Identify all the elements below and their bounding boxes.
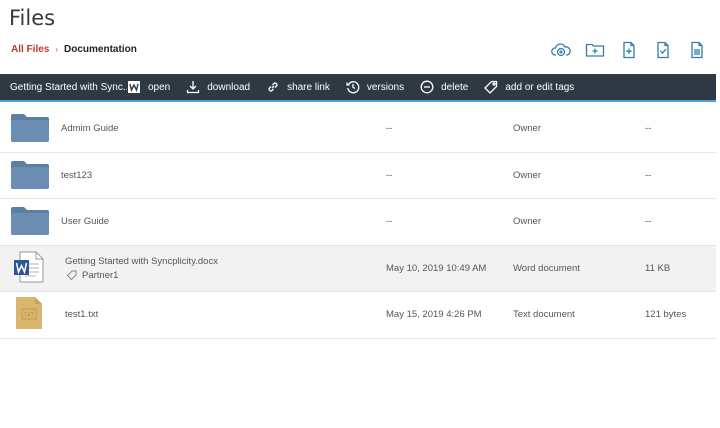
file-type: Word document bbox=[513, 262, 580, 274]
minus-circle-icon bbox=[420, 80, 434, 94]
open-button[interactable]: open bbox=[127, 80, 170, 94]
file-type: Text document bbox=[513, 309, 575, 321]
file-type: Owner bbox=[513, 216, 541, 228]
upload-cloud-icon[interactable] bbox=[551, 41, 571, 59]
download-label: download bbox=[207, 81, 251, 93]
versions-label: versions bbox=[366, 81, 405, 93]
file-modified: -- bbox=[386, 216, 393, 228]
delete-label: delete bbox=[441, 81, 469, 93]
link-icon bbox=[268, 82, 278, 92]
breadcrumb-all-files[interactable]: All Files bbox=[11, 44, 49, 55]
file-modified: May 10, 2019 10:49 AM bbox=[386, 262, 487, 274]
file-modified: -- bbox=[386, 169, 393, 181]
file-name: Getting Started with Syncplicity.docx bbox=[65, 255, 218, 267]
new-folder-icon[interactable] bbox=[585, 41, 605, 59]
table-row[interactable]: Admim Guide -- Owner -- bbox=[0, 106, 716, 153]
trash-icon[interactable] bbox=[687, 41, 707, 59]
file-type: Owner bbox=[513, 169, 541, 181]
share-link-button[interactable]: share link bbox=[266, 80, 330, 94]
selection-action-bar: Getting Started with Sync... open downlo… bbox=[0, 74, 716, 102]
edit-tags-button[interactable]: add or edit tags bbox=[484, 80, 574, 94]
table-row[interactable]: test123 -- Owner -- bbox=[0, 153, 716, 199]
word-document-icon bbox=[14, 251, 44, 286]
breadcrumb-separator: › bbox=[55, 45, 59, 54]
file-size: -- bbox=[645, 169, 652, 181]
delete-button[interactable]: delete bbox=[420, 80, 468, 94]
text-document-icon: TXT bbox=[15, 296, 43, 333]
breadcrumb-current: Documentation bbox=[64, 44, 137, 55]
selected-file-name: Getting Started with Sync... bbox=[10, 81, 127, 93]
page-title: Files bbox=[9, 6, 56, 30]
table-row[interactable]: User Guide -- Owner -- bbox=[0, 199, 716, 246]
table-row[interactable]: Getting Started with Syncplicity.docx Pa… bbox=[0, 245, 716, 292]
checklist-icon[interactable] bbox=[653, 41, 673, 59]
download-icon bbox=[187, 81, 200, 94]
text-document-icon-label: TXT bbox=[24, 313, 33, 319]
file-size: 121 bytes bbox=[645, 309, 687, 321]
file-size: -- bbox=[645, 123, 652, 135]
file-size: 11 KB bbox=[645, 262, 671, 274]
history-icon bbox=[346, 81, 360, 94]
breadcrumb: All Files › Documentation bbox=[11, 44, 137, 55]
file-tag-label: Partner1 bbox=[82, 269, 119, 281]
tag-icon bbox=[67, 270, 77, 281]
file-name: test1.txt bbox=[65, 309, 99, 321]
file-size: -- bbox=[645, 216, 652, 228]
download-button[interactable]: download bbox=[186, 80, 250, 94]
new-file-icon[interactable] bbox=[619, 41, 639, 59]
top-toolbar bbox=[551, 41, 707, 59]
word-open-icon bbox=[128, 81, 140, 93]
file-name: test123 bbox=[61, 169, 93, 181]
file-name-block: Getting Started with Syncplicity.docx Pa… bbox=[65, 256, 218, 281]
folder-icon bbox=[11, 205, 49, 238]
file-name: Admim Guide bbox=[61, 123, 119, 135]
versions-button[interactable]: versions bbox=[346, 80, 404, 94]
folder-icon bbox=[11, 112, 49, 145]
file-modified: May 15, 2019 4:26 PM bbox=[386, 309, 482, 321]
share-link-label: share link bbox=[287, 81, 330, 93]
open-label: open bbox=[148, 81, 171, 93]
folder-icon bbox=[11, 159, 49, 192]
file-modified: -- bbox=[386, 123, 393, 135]
edit-tags-label: add or edit tags bbox=[505, 81, 575, 93]
table-row[interactable]: TXT test1.txt May 15, 2019 4:26 PM Text … bbox=[0, 292, 716, 339]
file-tag[interactable]: Partner1 bbox=[65, 270, 218, 281]
file-name: User Guide bbox=[61, 216, 110, 228]
file-list: Admim Guide -- Owner -- test123 -- Owner… bbox=[0, 106, 716, 339]
tag-icon bbox=[484, 80, 498, 94]
file-type: Owner bbox=[513, 123, 541, 135]
